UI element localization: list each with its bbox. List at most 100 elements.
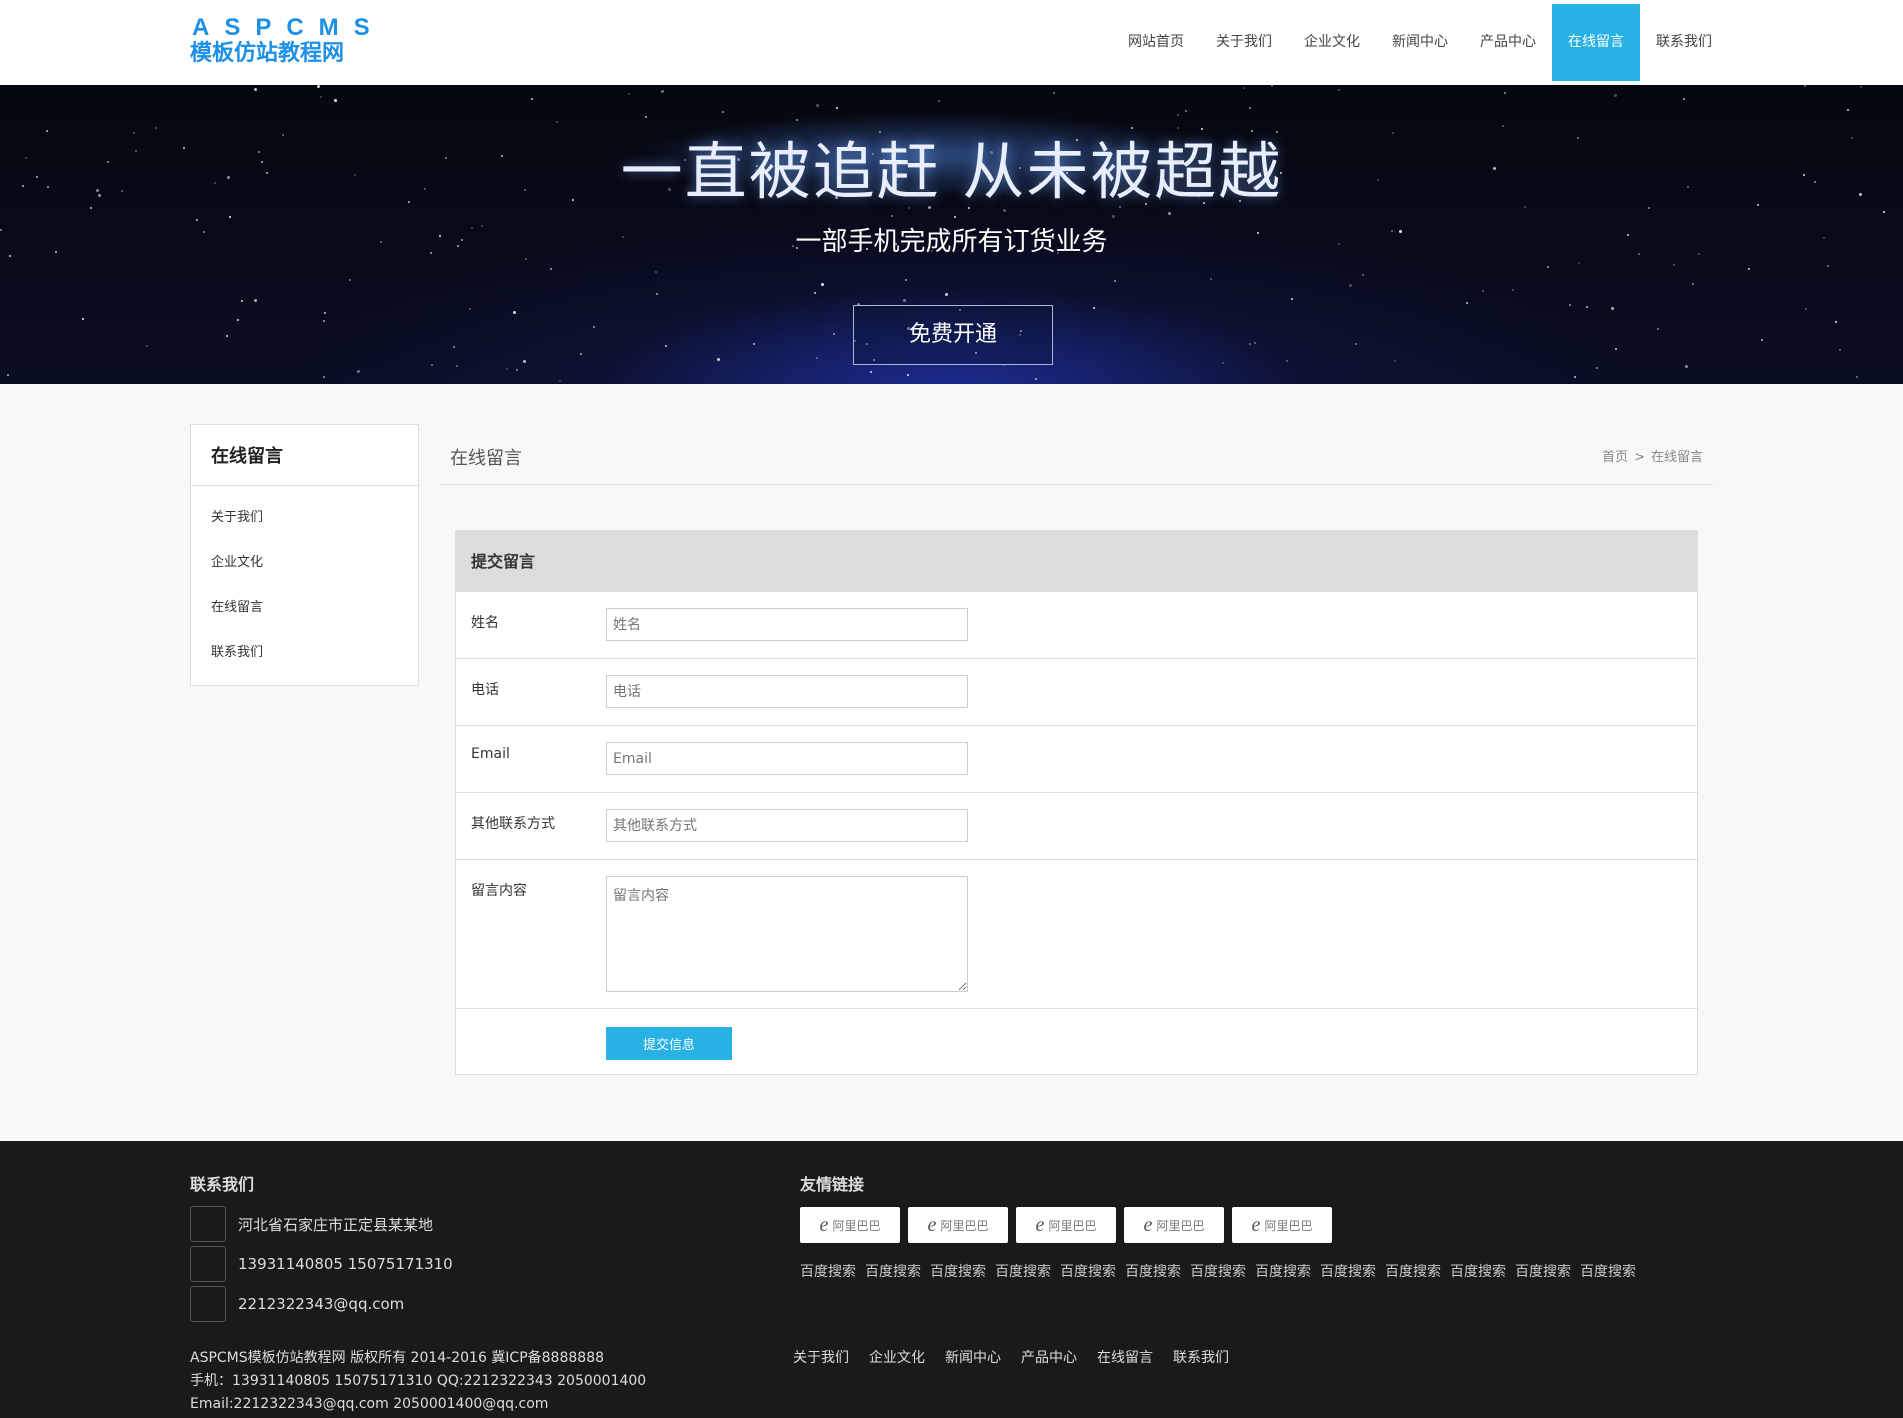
star <box>938 100 940 102</box>
nav-contact[interactable]: 联系我们 <box>1640 4 1728 81</box>
star <box>1547 266 1549 268</box>
alibaba-logo-link[interactable]: e 阿里巴巴 <box>1016 1207 1116 1243</box>
free-signup-button[interactable]: 免费开通 <box>853 305 1053 365</box>
star <box>1586 306 1588 308</box>
star <box>1683 98 1685 100</box>
footer-nav-culture[interactable]: 企业文化 <box>869 1347 925 1367</box>
footer-nav-products[interactable]: 产品中心 <box>1021 1347 1077 1367</box>
star <box>1611 307 1614 310</box>
star <box>836 107 838 109</box>
star <box>1286 360 1288 362</box>
star <box>905 279 907 281</box>
banner-subtitle: 一部手机完成所有订货业务 <box>795 227 1108 257</box>
star <box>1596 367 1598 369</box>
contact-phone-text: 13931140805 15075171310 <box>238 1255 453 1273</box>
friend-link[interactable]: 百度搜索 <box>1125 1261 1181 1281</box>
sidebar-item-about[interactable]: 关于我们 <box>191 500 418 545</box>
friend-link[interactable]: 百度搜索 <box>1580 1261 1636 1281</box>
logo-line2: 模板仿站教程网 <box>190 41 345 66</box>
nav-culture[interactable]: 企业文化 <box>1288 4 1376 81</box>
breadcrumb-current[interactable]: 在线留言 <box>1651 450 1703 465</box>
sidebar-item-culture[interactable]: 企业文化 <box>191 545 418 590</box>
friend-link[interactable]: 百度搜索 <box>1190 1261 1246 1281</box>
name-input[interactable] <box>606 608 968 641</box>
friend-link[interactable]: 百度搜索 <box>930 1261 986 1281</box>
friend-link[interactable]: 百度搜索 <box>1385 1261 1441 1281</box>
star <box>516 369 518 371</box>
nav-news[interactable]: 新闻中心 <box>1376 4 1464 81</box>
star <box>229 216 231 218</box>
star <box>833 333 835 335</box>
star <box>1222 362 1224 364</box>
star <box>1748 268 1750 270</box>
star <box>525 258 527 260</box>
footer-contact-title: 联系我们 <box>190 1175 255 1194</box>
star <box>870 371 872 373</box>
star <box>593 326 595 328</box>
star <box>323 320 325 322</box>
friend-link[interactable]: 百度搜索 <box>1320 1261 1376 1281</box>
submit-button[interactable]: 提交信息 <box>606 1027 732 1060</box>
alibaba-logo-link[interactable]: e 阿里巴巴 <box>1124 1207 1224 1243</box>
friend-link[interactable]: 百度搜索 <box>995 1261 1051 1281</box>
footer-nav-about[interactable]: 关于我们 <box>793 1347 849 1367</box>
friend-link[interactable]: 百度搜索 <box>800 1261 856 1281</box>
star <box>146 345 148 347</box>
other-contact-label: 其他联系方式 <box>471 816 555 832</box>
contact-address-text: 河北省石家庄市正定县某某地 <box>238 1215 434 1234</box>
contact-phone: 13931140805 15075171310 <box>190 1245 453 1283</box>
form-row-submit: 提交信息 <box>456 1009 1697 1075</box>
star <box>431 364 433 366</box>
star <box>1692 283 1694 285</box>
email-line: Email:2212322343@qq.com 2050001400@qq.co… <box>190 1396 549 1412</box>
star <box>954 216 956 218</box>
friend-link[interactable]: 百度搜索 <box>1255 1261 1311 1281</box>
sidebar-item-contact[interactable]: 联系我们 <box>191 635 418 680</box>
nav-products[interactable]: 产品中心 <box>1464 4 1552 81</box>
alibaba-logo-link[interactable]: e 阿里巴巴 <box>800 1207 900 1243</box>
footer-nav-news[interactable]: 新闻中心 <box>945 1347 1001 1367</box>
site-logo[interactable]: ASPCMS 模板仿站教程网 <box>190 16 370 67</box>
star <box>317 85 320 88</box>
message-label: 留言内容 <box>471 883 527 899</box>
message-textarea[interactable] <box>606 876 968 992</box>
star <box>1504 92 1506 94</box>
nav-about[interactable]: 关于我们 <box>1200 4 1288 81</box>
nav-message[interactable]: 在线留言 <box>1552 4 1640 81</box>
star <box>1093 307 1095 309</box>
alibaba-logo-link[interactable]: e 阿里巴巴 <box>1232 1207 1332 1243</box>
star <box>1657 328 1659 330</box>
star <box>1177 114 1179 116</box>
friend-link[interactable]: 百度搜索 <box>1515 1261 1571 1281</box>
star <box>1569 304 1571 306</box>
breadcrumb-home[interactable]: 首页 <box>1602 450 1628 465</box>
star <box>357 370 360 373</box>
footer-nav-contact[interactable]: 联系我们 <box>1173 1347 1229 1367</box>
friend-link[interactable]: 百度搜索 <box>1060 1261 1116 1281</box>
sidebar-item-message[interactable]: 在线留言 <box>191 590 418 635</box>
page-title: 在线留言 <box>450 448 522 469</box>
star <box>1847 109 1849 111</box>
star <box>1185 110 1187 112</box>
star <box>1673 264 1675 266</box>
star <box>816 104 819 107</box>
star <box>1614 94 1617 97</box>
star <box>656 293 658 295</box>
email-input[interactable] <box>606 742 968 775</box>
friend-link[interactable]: 百度搜索 <box>1450 1261 1506 1281</box>
star <box>1362 274 1364 276</box>
phone-input[interactable] <box>606 675 968 708</box>
friend-link[interactable]: 百度搜索 <box>865 1261 921 1281</box>
star <box>1805 308 1807 310</box>
star <box>334 99 337 102</box>
contact-line: 手机：13931140805 15075171310 QQ:2212322343… <box>190 1373 647 1389</box>
footer-nav-message[interactable]: 在线留言 <box>1097 1347 1153 1367</box>
footer-nav: 关于我们 企业文化 新闻中心 产品中心 在线留言 联系我们 <box>793 1347 1249 1367</box>
nav-home[interactable]: 网站首页 <box>1112 4 1200 81</box>
alibaba-logo-link[interactable]: e 阿里巴巴 <box>908 1207 1008 1243</box>
other-contact-input[interactable] <box>606 809 968 842</box>
star <box>254 88 257 91</box>
form-row-message: 留言内容 <box>456 860 1697 1009</box>
contact-email-text: 2212322343@qq.com <box>238 1295 405 1313</box>
star <box>7 374 9 376</box>
